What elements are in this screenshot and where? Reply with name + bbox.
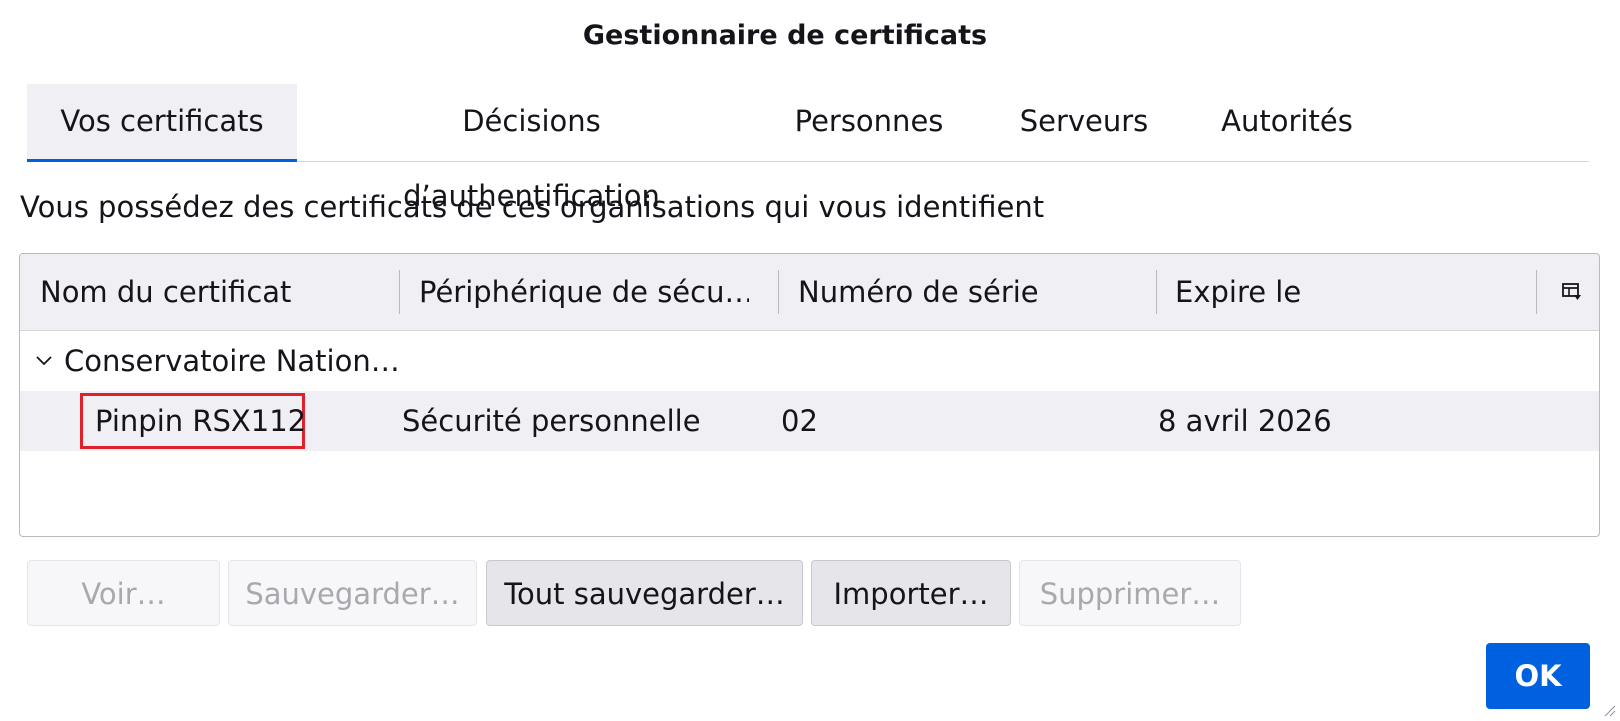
group-row[interactable]: Conservatoire Nation… xyxy=(20,331,1599,391)
view-button[interactable]: Voir… xyxy=(27,560,220,626)
certificate-manager-dialog: Gestionnaire de certificats Vos certific… xyxy=(0,0,1620,721)
serial-number-cell: 02 xyxy=(781,404,818,438)
tab-your-certificates[interactable]: Vos certificats xyxy=(27,84,297,162)
group-label: Conservatoire Nation… xyxy=(64,344,400,378)
certificate-name-cell: Pinpin RSX112 xyxy=(80,393,306,449)
column-header-expires[interactable]: Expire le xyxy=(1175,254,1525,330)
column-header-device[interactable]: Périphérique de sécu… xyxy=(419,254,749,330)
security-device-cell: Sécurité personnelle xyxy=(402,404,701,438)
expires-cell: 8 avril 2026 xyxy=(1158,404,1332,438)
tab-authentication-decisions[interactable]: Décisions d’authentification xyxy=(334,84,729,213)
column-separator[interactable] xyxy=(399,270,400,314)
table-header: Nom du certificat Périphérique de sécu… … xyxy=(20,254,1599,331)
column-header-name[interactable]: Nom du certificat xyxy=(40,254,395,330)
backup-button[interactable]: Sauvegarder… xyxy=(228,560,477,626)
column-header-serial[interactable]: Numéro de série xyxy=(798,254,1148,330)
column-separator[interactable] xyxy=(1536,270,1537,314)
ok-button[interactable]: OK xyxy=(1486,643,1590,709)
tab-bar: Vos certificats Décisions d’authentifica… xyxy=(27,84,1589,213)
tab-people[interactable]: Personnes xyxy=(789,84,949,159)
certificate-tree[interactable]: Nom du certificat Périphérique de sécu… … xyxy=(19,253,1600,537)
resize-grip-icon[interactable] xyxy=(1602,703,1616,717)
dialog-title: Gestionnaire de certificats xyxy=(582,20,988,51)
column-picker-icon[interactable] xyxy=(1560,280,1584,304)
description-text: Vous possédez des certificats de ces org… xyxy=(20,190,1045,224)
column-separator[interactable] xyxy=(1156,270,1157,314)
tab-authorities[interactable]: Autorités xyxy=(1202,84,1372,159)
chevron-down-icon[interactable] xyxy=(34,351,54,371)
column-separator[interactable] xyxy=(778,270,779,314)
table-row[interactable]: Pinpin RSX112 Sécurité personnelle 02 8 … xyxy=(20,391,1599,451)
backup-all-button[interactable]: Tout sauvegarder… xyxy=(486,560,803,626)
delete-button[interactable]: Supprimer… xyxy=(1019,560,1241,626)
tab-servers[interactable]: Serveurs xyxy=(1005,84,1163,159)
import-button[interactable]: Importer… xyxy=(811,560,1011,626)
